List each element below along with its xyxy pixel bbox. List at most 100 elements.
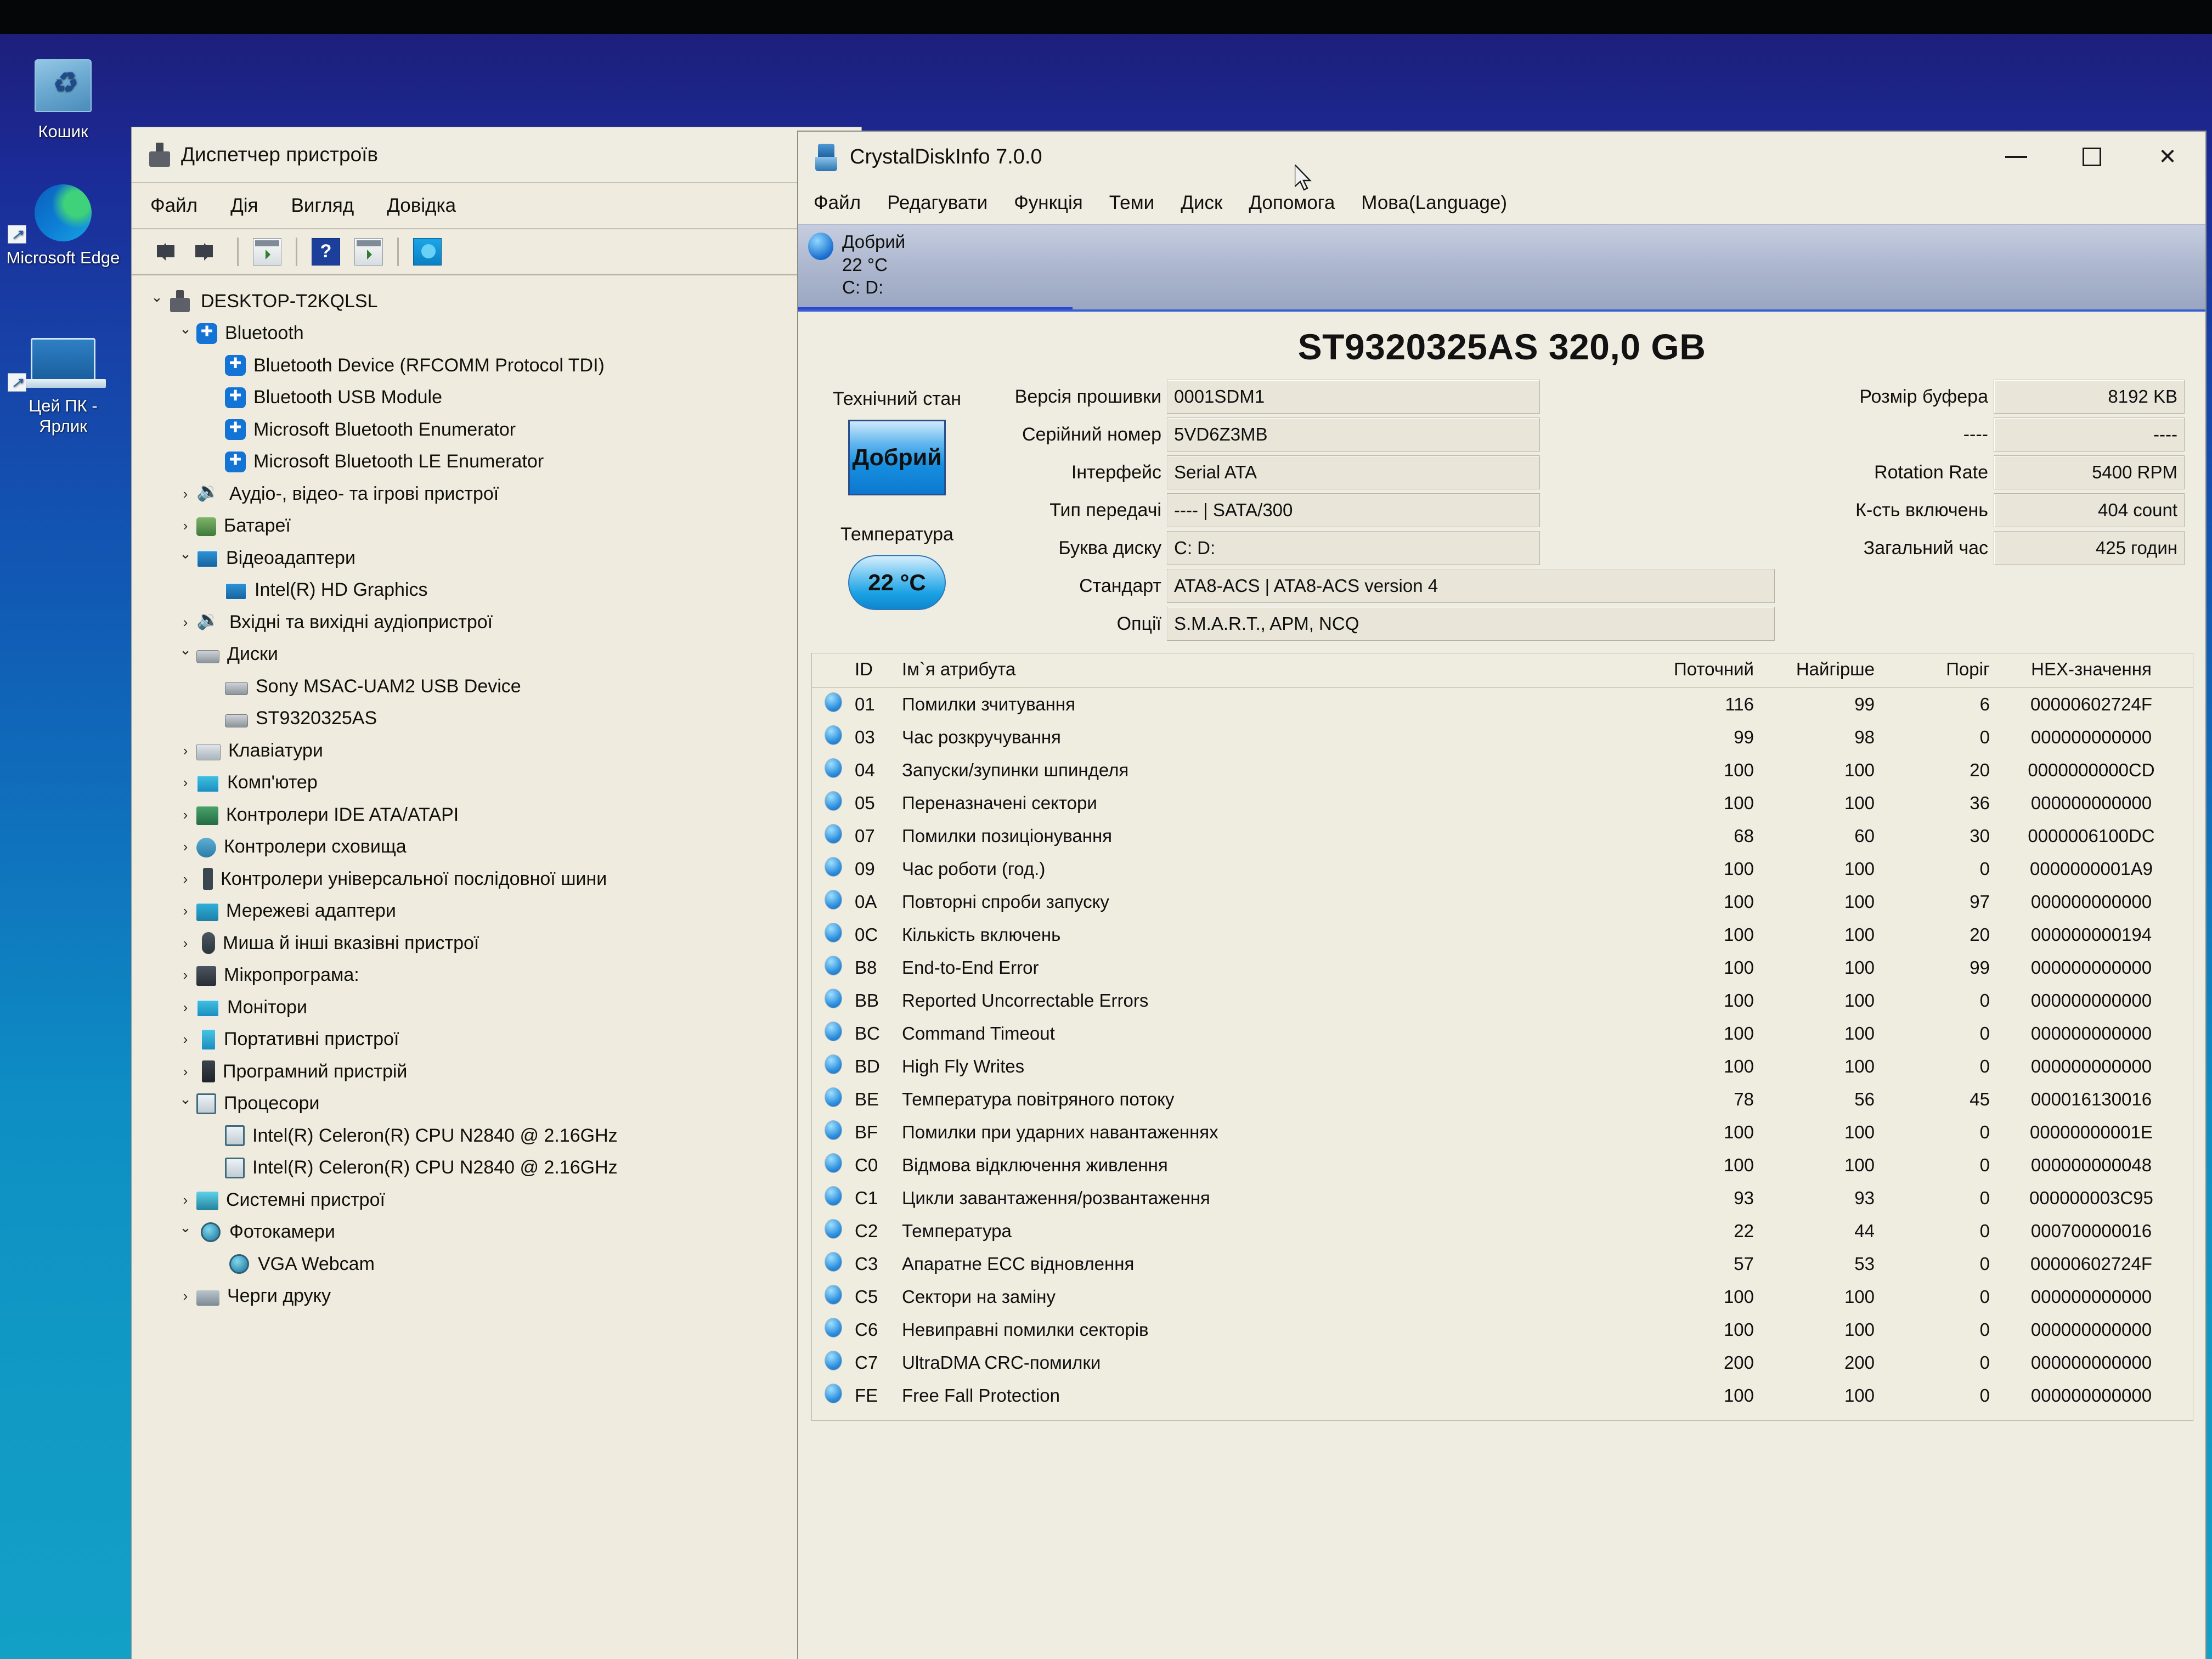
table-row[interactable]: C2 Температура 22 44 0 000700000016 <box>812 1215 2193 1248</box>
chevron-right-icon[interactable] <box>174 902 196 919</box>
menu-item-action[interactable]: Дія <box>230 195 258 217</box>
chevron-right-icon[interactable] <box>174 999 196 1016</box>
menu-item-view[interactable]: Вигляд <box>291 195 354 217</box>
chevron-right-icon[interactable] <box>174 1192 196 1209</box>
device-tree-item[interactable]: Intel(R) HD Graphics <box>146 574 861 607</box>
chevron-right-icon[interactable] <box>174 838 196 855</box>
update-driver-icon[interactable] <box>354 238 383 266</box>
menu-item-function[interactable]: Функція <box>1014 192 1083 214</box>
table-row[interactable]: BE Температура повітряного потоку 78 56 45 00… <box>812 1083 2193 1116</box>
help-icon[interactable] <box>312 238 340 266</box>
device-tree-item[interactable]: Microsoft Bluetooth LE Enumerator <box>146 446 861 478</box>
device-tree-item[interactable]: Черги друку <box>146 1280 861 1313</box>
desktop-icon-this-pc[interactable]: ↗ Цей ПК - Ярлик <box>5 330 121 436</box>
chevron-down-icon[interactable] <box>174 1223 196 1240</box>
table-row[interactable]: C3 Апаратне ECC відновлення 57 53 0 000006027… <box>812 1248 2193 1280</box>
crystaldiskinfo-titlebar[interactable]: CrystalDiskInfo 7.0.0 ✕ <box>798 132 2205 182</box>
table-row[interactable]: BD High Fly Writes 100 100 0 000000000000 <box>812 1050 2193 1083</box>
desktop-icon-microsoft-edge[interactable]: ↗ Microsoft Edge <box>5 182 121 268</box>
table-row[interactable]: C6 Невиправні помилки секторів 100 100 0 0000… <box>812 1313 2193 1346</box>
device-tree-item[interactable]: Системні пристрої <box>146 1184 861 1216</box>
table-row[interactable]: C7 UltraDMA CRC-помилки 200 200 0 00000000000… <box>812 1346 2193 1379</box>
close-button[interactable]: ✕ <box>2130 132 2205 182</box>
menu-item-language[interactable]: Мова(Language) <box>1361 192 1507 214</box>
menu-item-disk[interactable]: Диск <box>1181 192 1222 214</box>
device-tree-item[interactable]: VGA Webcam <box>146 1248 861 1280</box>
table-row[interactable]: 03 Час розкручування 99 98 0 000000000000 <box>812 721 2193 754</box>
disk-selector-bar[interactable]: Добрий 22 °C C: D: <box>798 224 2205 312</box>
device-tree-item[interactable]: Фотокамери <box>146 1216 861 1249</box>
chevron-right-icon[interactable] <box>174 486 196 503</box>
disk-field-value[interactable]: 5VD6Z3MB <box>1167 417 1540 452</box>
menu-item-help[interactable]: Допомога <box>1249 192 1335 214</box>
table-column-header[interactable]: Поріг <box>1875 653 1990 688</box>
disk-field-value[interactable]: 5400 RPM <box>1994 455 2185 489</box>
device-tree-item[interactable]: Вхідні та вихідні аудіопристрої <box>146 606 861 639</box>
device-manager-toolbar[interactable] <box>132 228 861 275</box>
chevron-right-icon[interactable] <box>174 517 196 534</box>
table-row[interactable]: 05 Переназначені сектори 100 100 36 000000000… <box>812 787 2193 820</box>
menu-item-edit[interactable]: Редагувати <box>887 192 988 214</box>
table-row[interactable]: BF Помилки при ударних навантаженнях 100 10… <box>812 1116 2193 1149</box>
chevron-right-icon[interactable] <box>174 614 196 631</box>
disk-field-value[interactable]: ---- <box>1994 417 2185 452</box>
device-tree-item[interactable]: Аудіо-, відео- та ігрові пристрої <box>146 478 861 510</box>
table-row[interactable]: FE Free Fall Protection 100 100 0 00000000000… <box>812 1379 2193 1412</box>
disk-field-value[interactable]: ATA8-ACS | ATA8-ACS version 4 <box>1167 569 1775 603</box>
minimize-button[interactable] <box>1978 132 2054 182</box>
chevron-down-icon[interactable] <box>174 1095 196 1112</box>
maximize-button[interactable] <box>2054 132 2130 182</box>
chevron-right-icon[interactable] <box>174 774 196 791</box>
table-row[interactable]: C5 Сектори на заміну 100 100 0 000000000000 <box>812 1280 2193 1313</box>
device-tree-item[interactable]: Bluetooth USB Module <box>146 382 861 414</box>
crystaldiskinfo-menubar[interactable]: Файл Редагувати Функція Теми Диск Допомо… <box>798 182 2205 224</box>
chevron-right-icon[interactable] <box>174 871 196 888</box>
window-controls[interactable]: ✕ <box>1978 132 2205 182</box>
table-row[interactable]: 09 Час роботи (год.) 100 100 0 0000000001A9 <box>812 853 2193 885</box>
device-tree-item[interactable]: Монітори <box>146 991 861 1024</box>
table-row[interactable]: BB Reported Uncorrectable Errors 100 100 0 00… <box>812 984 2193 1017</box>
chevron-right-icon[interactable] <box>174 935 196 952</box>
device-tree-item[interactable]: Bluetooth <box>146 318 861 350</box>
device-tree-item[interactable]: Microsoft Bluetooth Enumerator <box>146 414 861 446</box>
chevron-down-icon[interactable] <box>174 550 196 567</box>
device-tree-item[interactable]: Програмний пристрій <box>146 1056 861 1088</box>
table-column-header[interactable]: HEX-значення <box>1990 653 2193 688</box>
device-tree-item[interactable]: Sony MSAC-UAM2 USB Device <box>146 670 861 703</box>
device-tree-item[interactable]: Батареї <box>146 510 861 543</box>
disk-field-value[interactable]: 0001SDM1 <box>1167 380 1540 414</box>
properties-icon[interactable] <box>253 238 281 266</box>
crystaldiskinfo-window[interactable]: CrystalDiskInfo 7.0.0 ✕ Файл Редагувати … <box>798 132 2205 1659</box>
chevron-right-icon[interactable] <box>174 742 196 759</box>
table-row[interactable]: 07 Помилки позиціонування 68 60 30 0000006100… <box>812 820 2193 853</box>
chevron-right-icon[interactable] <box>174 1063 196 1080</box>
chevron-down-icon[interactable] <box>174 646 196 663</box>
table-column-header[interactable]: Поточний <box>1617 653 1754 688</box>
chevron-right-icon[interactable] <box>174 806 196 823</box>
disk-field-value[interactable]: C: D: <box>1167 531 1540 565</box>
device-tree-item[interactable]: Портативні пристрої <box>146 1024 861 1056</box>
table-column-header[interactable]: Найгірше <box>1754 653 1875 688</box>
device-tree-item[interactable]: Мікропрограма: <box>146 960 861 992</box>
disk-field-value[interactable]: S.M.A.R.T., APM, NCQ <box>1167 607 1775 641</box>
device-tree-item[interactable]: Мережеві адаптери <box>146 895 861 928</box>
table-column-header[interactable]: ID <box>855 653 902 688</box>
table-row[interactable]: 01 Помилки зчитування 116 99 6 00000602724F <box>812 688 2193 721</box>
chevron-right-icon[interactable] <box>174 1288 196 1305</box>
disk-field-value[interactable]: 404 count <box>1994 493 2185 527</box>
device-tree-item[interactable]: Контролери універсальної послідовної шин… <box>146 863 861 895</box>
device-tree-item[interactable]: Intel(R) Celeron(R) CPU N2840 @ 2.16GHz <box>146 1152 861 1184</box>
device-tree-item[interactable]: Комп'ютер <box>146 767 861 799</box>
menu-item-help[interactable]: Довідка <box>387 195 456 217</box>
device-manager-titlebar[interactable]: Диспетчер пристроїв <box>132 127 861 182</box>
table-row[interactable]: 0A Повторні спроби запуску 100 100 97 0000000… <box>812 885 2193 918</box>
table-row[interactable]: B8 End-to-End Error 100 100 99 000000000000 <box>812 951 2193 984</box>
device-manager-window[interactable]: Диспетчер пристроїв Файл Дія Вигляд Дові… <box>132 127 861 1659</box>
back-arrow-icon[interactable] <box>147 239 178 265</box>
desktop-icon-recycle-bin[interactable]: Кошик <box>5 56 121 142</box>
menu-item-themes[interactable]: Теми <box>1109 192 1155 214</box>
device-tree-item[interactable]: Відеоадаптери <box>146 542 861 574</box>
table-row[interactable]: 0C Кількість включень 100 100 20 000000000194 <box>812 918 2193 951</box>
table-row[interactable]: C0 Відмова відключення живлення 100 100 0 000… <box>812 1149 2193 1182</box>
menu-item-file[interactable]: Файл <box>150 195 198 217</box>
